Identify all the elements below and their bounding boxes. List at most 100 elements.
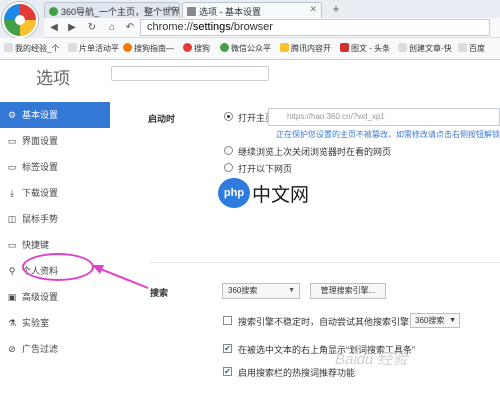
search-person-icon: ⚲	[8, 266, 16, 276]
search-engine-value: 360搜索	[228, 286, 258, 295]
close-tab-icon[interactable]: ✕	[309, 4, 317, 15]
manage-search-engines-button[interactable]: 管理搜索引擎...	[310, 283, 386, 299]
navigation-bar: ◀ ▶ ↻ ⌂ ↶ chrome://settings/browser	[44, 18, 500, 38]
browser-logo-icon[interactable]	[2, 2, 38, 38]
home-icon[interactable]: ⌂	[104, 20, 120, 36]
bookmark-item[interactable]: 搜狗指南—	[123, 42, 174, 55]
fallback-engine-checkbox[interactable]	[223, 316, 232, 325]
keyboard-icon: ▭	[7, 240, 17, 250]
search-label: 搜索	[150, 288, 169, 298]
highlight-ellipse	[22, 253, 94, 281]
mouse-icon: ◫	[7, 214, 17, 224]
sogou-icon	[183, 43, 192, 52]
option-continue-last-session: 继续浏览上次关闭浏览器时在看的网页	[238, 147, 392, 157]
bookmark-label: 搜狗指南—	[134, 44, 174, 53]
show-search-toolbar-checkbox[interactable]: ✔	[223, 344, 232, 353]
bookmark-item[interactable]: 搜狗	[183, 42, 210, 55]
settings-sidebar: ⚙ 基本设置 ▭ 界面设置 ▭ 标签设置 ⤓ 下载设置 ◫ 鼠标手势 ▭ 快捷键 ⚲ 个人资料…	[0, 92, 110, 405]
annotation-arrow-icon	[92, 265, 149, 289]
wechat-icon	[220, 43, 229, 52]
bookmark-label: 创建文章-快	[409, 44, 452, 53]
sidebar-item-download[interactable]: ⤓ 下载设置	[0, 180, 110, 206]
settings-search-input[interactable]	[111, 66, 269, 81]
sidebar-item-lab[interactable]: ⚗ 实验室	[0, 310, 110, 336]
download-icon: ⤓	[10, 188, 14, 198]
watermark-logo: php 中文网	[218, 178, 309, 208]
bookmark-label: 腾讯内容开	[291, 44, 331, 53]
back-icon[interactable]: ◀	[46, 20, 62, 36]
radio-open-specific-pages[interactable]	[224, 163, 233, 172]
new-tab-button[interactable]: +	[326, 3, 346, 17]
sidebar-item-label: 广告过滤	[22, 344, 59, 354]
bookmark-icon	[458, 43, 467, 52]
sidebar-item-label: 实验室	[22, 318, 50, 328]
bookmark-item[interactable]: 腾讯内容开	[280, 42, 331, 55]
section-divider	[150, 262, 500, 263]
php-logo-icon: php	[218, 178, 250, 208]
fallback-engine-value: 360搜索	[415, 316, 445, 325]
homepage-protection-note: 正在保护您设置的主页不被篡改，如需修改请点击右侧按钮解锁	[276, 130, 500, 139]
bookmark-item[interactable]: 我的经验_个	[4, 42, 59, 55]
folder-icon	[280, 43, 289, 52]
sidebar-item-interface[interactable]: ▭ 界面设置	[0, 128, 110, 154]
sidebar-item-label: 快捷键	[22, 240, 50, 250]
window-icon: ▭	[7, 136, 17, 146]
sogou-icon	[123, 43, 132, 52]
chevron-down-icon: ▼	[449, 317, 456, 324]
bookmark-label: 百度	[469, 44, 485, 53]
url-path: /browser	[230, 21, 273, 33]
search-engine-select[interactable]: 360搜索 ▼	[222, 283, 300, 299]
forward-icon[interactable]: ▶	[64, 20, 80, 36]
page-title: 选项	[36, 69, 70, 88]
bookmark-label: 微信公众平	[231, 44, 271, 53]
tab-settings[interactable]: 选项 - 基本设置 ✕	[182, 2, 322, 18]
homepage-url-input[interactable]: https://hao.360.cn/?wd_xp1	[268, 108, 500, 126]
gear-icon: ⚙	[7, 110, 17, 120]
toutiao-icon	[340, 43, 349, 52]
sidebar-item-label: 下载设置	[22, 188, 59, 198]
option-open-specific-pages: 打开以下网页	[238, 164, 293, 174]
gear-favicon-icon	[187, 7, 196, 16]
refresh-icon[interactable]: ↻	[84, 20, 100, 36]
fallback-engine-text: 搜索引擎不稳定时，自动尝试其他搜索引擎：	[238, 317, 419, 327]
sidebar-item-label: 界面设置	[22, 136, 59, 146]
bookmark-item[interactable]: 微信公众平	[220, 42, 271, 55]
close-tab-icon[interactable]: ✕	[167, 4, 175, 15]
baidu-watermark: Baidu 经验	[335, 351, 408, 368]
tab-title: 360导航_一个主页，整个世界	[61, 7, 180, 17]
radio-continue-last-session[interactable]	[224, 146, 233, 155]
bookmarks-bar: 我的经验_个 片单活动平 搜狗指南— 搜狗 微信公众平 腾讯内容开 图文 - 头…	[0, 38, 500, 59]
bookmark-label: 我的经验_个	[15, 44, 60, 53]
undo-icon[interactable]: ↶	[122, 20, 138, 36]
bookmark-item[interactable]: 百度	[458, 42, 485, 55]
sidebar-item-label: 鼠标手势	[22, 214, 59, 224]
homepage-url-value: https://hao.360.cn/?wd_xp1	[287, 112, 385, 121]
browser-chrome: 360导航_一个主页，整个世界 ✕ 选项 - 基本设置 ✕ + ◀ ▶ ↻ ⌂ …	[0, 0, 500, 60]
address-bar[interactable]: chrome://settings/browser	[140, 19, 490, 36]
hot-words-checkbox[interactable]: ✔	[223, 367, 232, 376]
fallback-engine-select[interactable]: 360搜索 ▼	[410, 313, 460, 328]
url-host: settings	[192, 21, 231, 33]
radio-open-homepage[interactable]	[224, 112, 233, 121]
bookmark-item[interactable]: 图文 - 头条	[340, 42, 390, 55]
bookmark-item[interactable]: 片单活动平	[68, 42, 119, 55]
block-icon: ⊘	[8, 344, 16, 354]
sidebar-item-tabs[interactable]: ▭ 标签设置	[0, 154, 110, 180]
tab-title: 选项 - 基本设置	[199, 7, 261, 17]
settings-header: 选项	[0, 60, 500, 92]
lab-icon: ⚗	[7, 318, 17, 328]
bookmark-item[interactable]: 创建文章-快	[398, 42, 452, 55]
bookmark-icon	[68, 43, 77, 52]
watermark-text: 中文网	[252, 184, 310, 206]
tab-360-nav[interactable]: 360导航_一个主页，整个世界 ✕	[44, 2, 180, 18]
bookmark-icon	[398, 43, 407, 52]
url-scheme: chrome://	[147, 21, 193, 33]
bookmark-label: 片单活动平	[79, 44, 119, 53]
sidebar-item-basic[interactable]: ⚙ 基本设置	[0, 102, 110, 128]
sidebar-item-mouse-gesture[interactable]: ◫ 鼠标手势	[0, 206, 110, 232]
sidebar-item-label: 高级设置	[22, 292, 59, 302]
bookmark-label: 搜狗	[194, 44, 210, 53]
sidebar-item-adblock[interactable]: ⊘ 广告过滤	[0, 336, 110, 362]
tabs-icon: ▭	[7, 162, 17, 172]
sidebar-item-label: 标签设置	[22, 162, 59, 172]
